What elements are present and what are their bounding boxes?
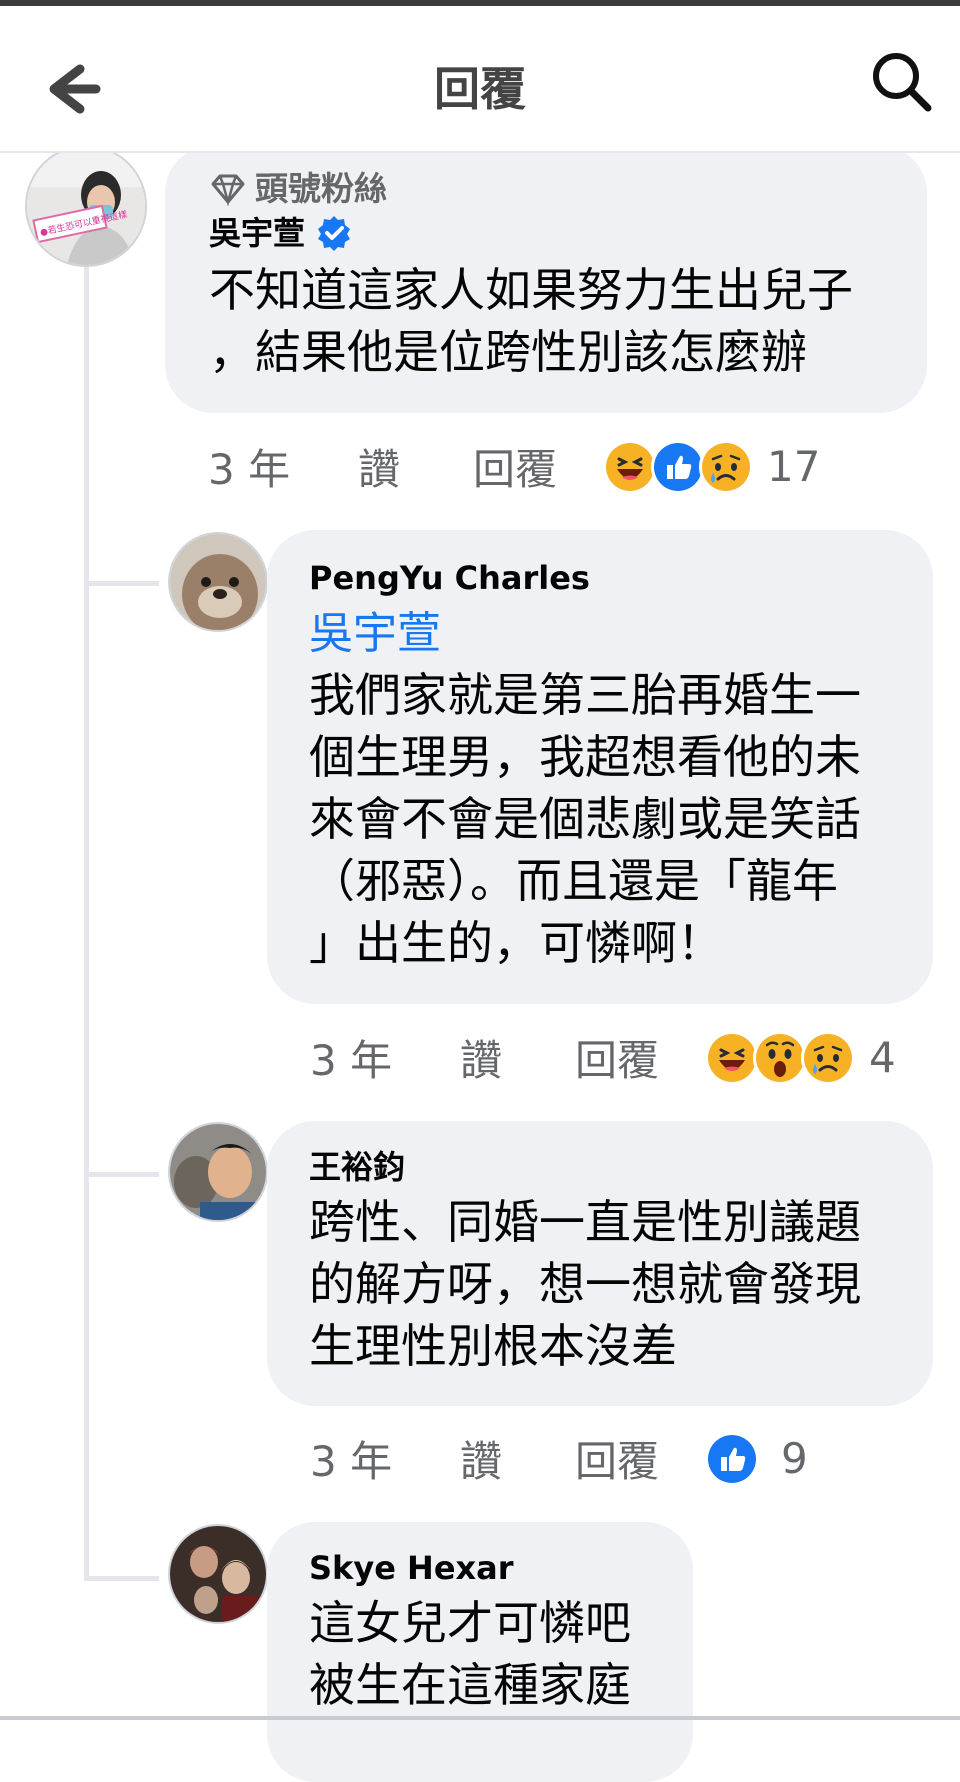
- thread-branch: [84, 1576, 159, 1581]
- reaction-count: 17: [767, 442, 821, 491]
- sad-reaction-icon: [801, 1030, 855, 1085]
- comment-author[interactable]: 吳宇萱: [209, 213, 305, 253]
- reaction-summary[interactable]: 9: [705, 1431, 808, 1486]
- bottom-edge: [0, 1716, 960, 1720]
- comment-text: 我們家就是第三胎再婚生一 個生理男，我超想看他的未 來會不會是個悲劇或是笑話 （…: [309, 668, 861, 970]
- reply-button[interactable]: 回覆: [473, 436, 603, 497]
- thread-line: [84, 258, 89, 1580]
- avatar-image: [170, 534, 266, 630]
- comment-timestamp: 3 年: [310, 1437, 393, 1486]
- comment-bubble: 王裕鈞 跨性、同婚一直是性別議題 的解方呀，想一想就會發現 生理性別根本沒差: [267, 1121, 933, 1406]
- comment-author[interactable]: PengYu Charles: [309, 558, 897, 598]
- top-app-bar: 回覆: [0, 6, 960, 153]
- avatar[interactable]: [168, 532, 268, 632]
- comment-text: 跨性、同婚一直是性別議題 的解方呀，想一想就會發現 生理性別根本沒差: [309, 1195, 861, 1373]
- reaction-count: 4: [869, 1033, 896, 1082]
- comment-actions: 3 年 讚 回覆 17: [208, 436, 820, 497]
- comment-author[interactable]: 王裕鈞: [309, 1147, 897, 1187]
- like-reaction-icon: [651, 439, 705, 494]
- comment-text: 這女兒才可憐吧 被生在這種家庭: [309, 1596, 631, 1712]
- top-fan-badge: 頭號粉絲: [209, 169, 891, 209]
- page-title: 回覆: [434, 62, 526, 116]
- avatar[interactable]: [168, 1524, 268, 1624]
- wow-reaction-icon: [753, 1030, 807, 1085]
- reply-button[interactable]: 回覆: [575, 1027, 705, 1088]
- reaction-count: 9: [781, 1434, 808, 1483]
- comment-bubble: 頭號粉絲 吳宇萱 不知道這家人如果努力生出兒子 ，結果他是位跨性別該怎麼辦: [165, 145, 927, 413]
- avatar[interactable]: [168, 1122, 268, 1222]
- diamond-icon: [211, 174, 245, 206]
- mention-link[interactable]: 吳宇萱: [309, 606, 897, 662]
- avatar[interactable]: ●若生恐可以重視這樣: [25, 145, 147, 267]
- search-icon: [873, 53, 932, 112]
- top-fan-label: 頭號粉絲: [255, 169, 387, 208]
- comment-text: 不知道這家人如果努力生出兒子 ，結果他是位跨性別該怎麼辦: [209, 263, 853, 379]
- avatar-image: ●若生恐可以重視這樣: [27, 147, 145, 265]
- haha-reaction-icon: [705, 1030, 759, 1085]
- reaction-summary[interactable]: 17: [603, 439, 821, 494]
- sad-reaction-icon: [699, 439, 753, 494]
- search-button[interactable]: [866, 46, 936, 116]
- thread-branch: [84, 1172, 159, 1177]
- avatar-image: [170, 1124, 266, 1220]
- comment-actions: 3 年 讚 回覆 9: [310, 1428, 808, 1489]
- comment-timestamp: 3 年: [208, 445, 291, 494]
- haha-reaction-icon: [603, 439, 657, 494]
- verified-badge-icon: [318, 216, 351, 251]
- comment-timestamp: 3 年: [310, 1036, 393, 1085]
- avatar-image: [170, 1526, 266, 1622]
- thread-branch: [84, 581, 159, 586]
- like-button[interactable]: 讚: [460, 1027, 575, 1088]
- comment-bubble: Skye Hexar 這女兒才可憐吧 被生在這種家庭: [267, 1522, 693, 1782]
- comment-author[interactable]: Skye Hexar: [309, 1548, 657, 1588]
- like-reaction-icon: [705, 1431, 759, 1486]
- comment-bubble: PengYu Charles 吳宇萱 我們家就是第三胎再婚生一 個生理男，我超想…: [267, 530, 933, 1004]
- like-button[interactable]: 讚: [358, 436, 473, 497]
- like-button[interactable]: 讚: [460, 1428, 575, 1489]
- reaction-summary[interactable]: 4: [705, 1030, 896, 1085]
- comment-actions: 3 年 讚 回覆 4: [310, 1027, 896, 1088]
- reply-button[interactable]: 回覆: [575, 1428, 705, 1489]
